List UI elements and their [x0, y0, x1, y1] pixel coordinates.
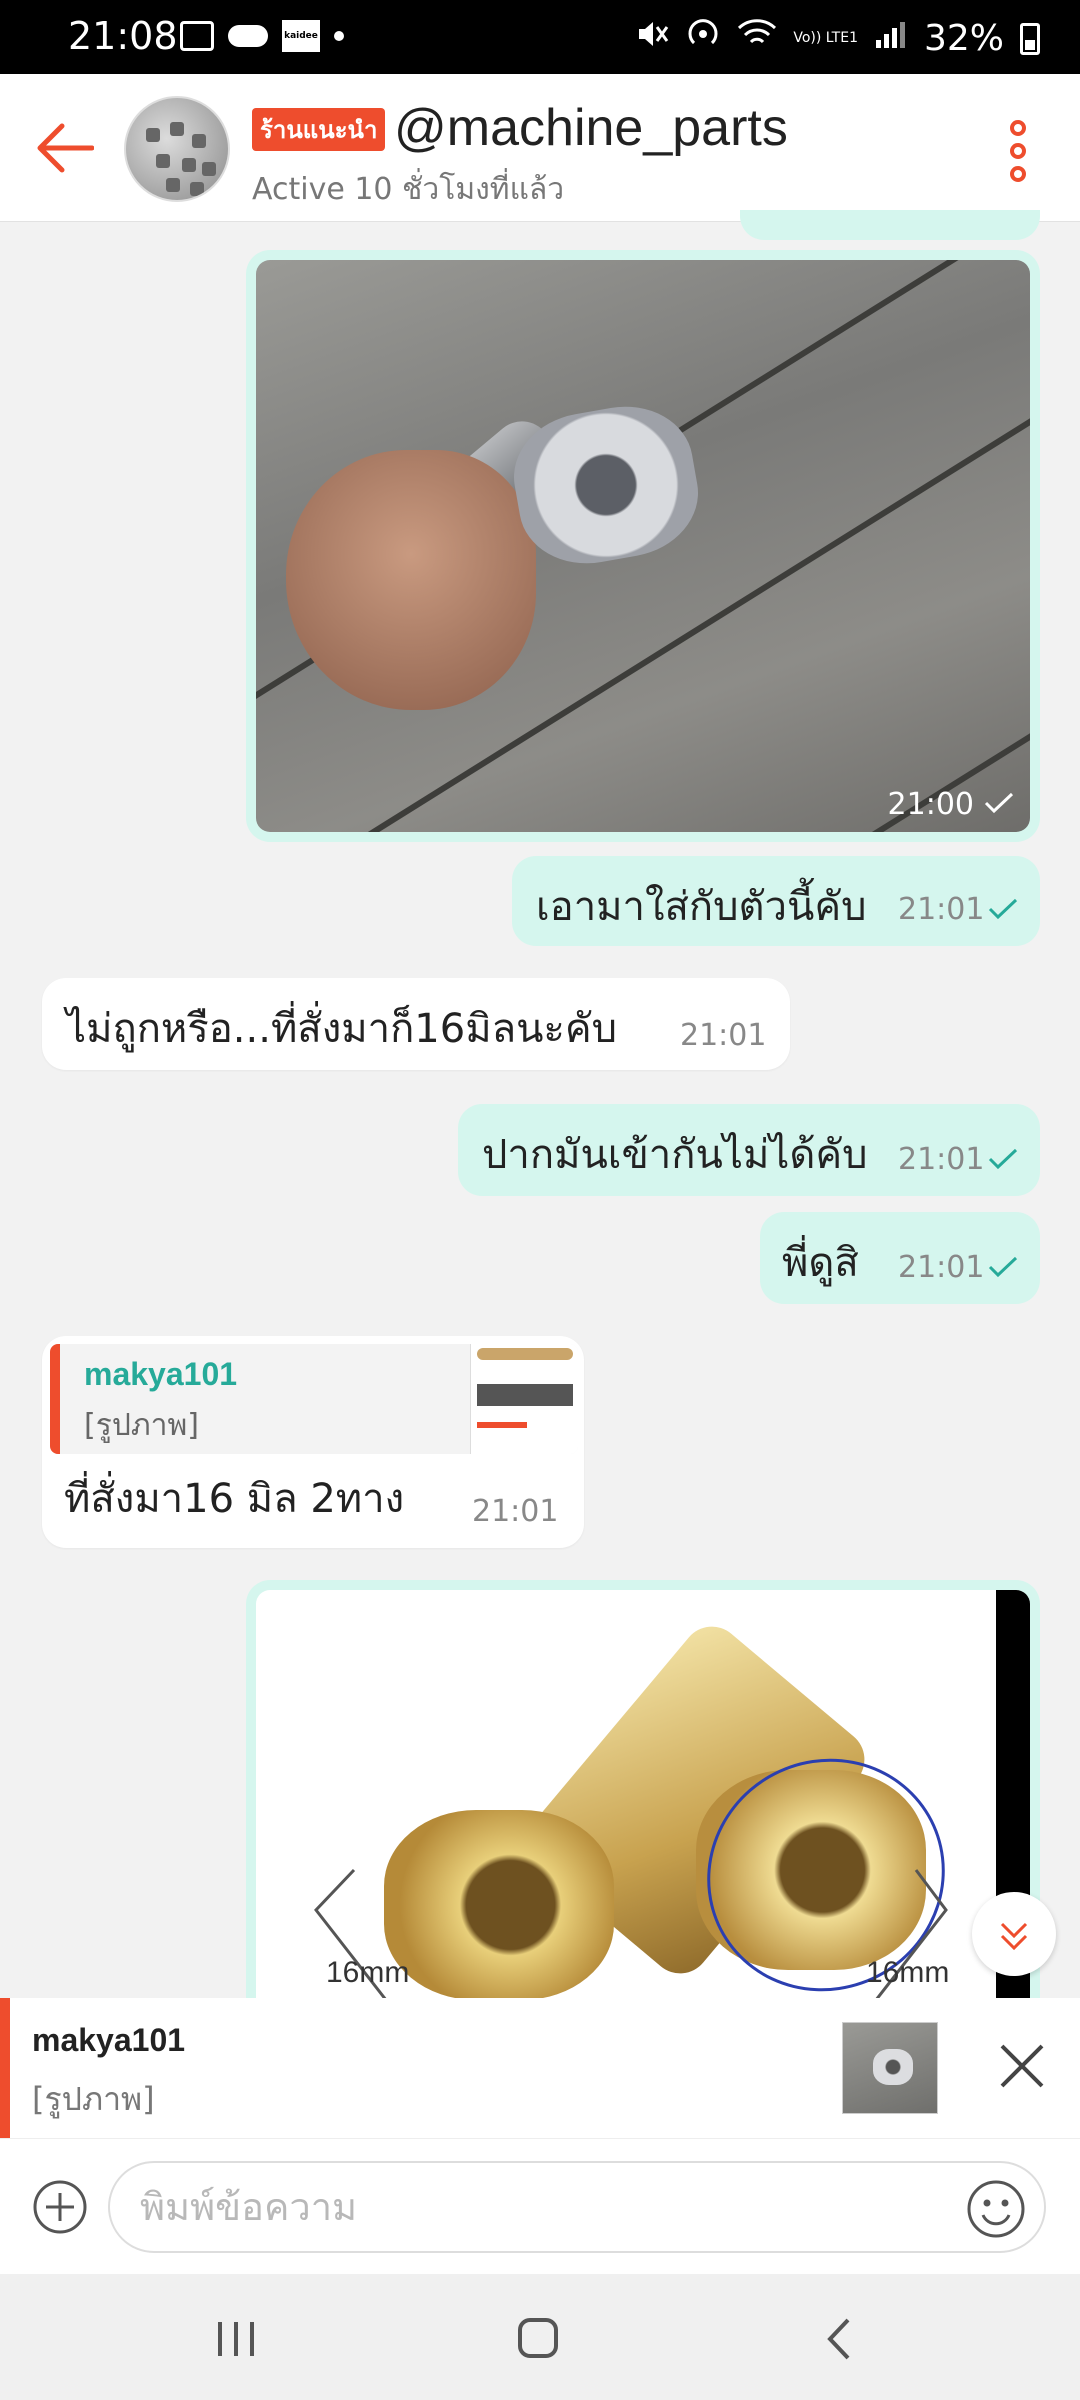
quoted-thumbnail — [470, 1344, 578, 1454]
quoted-message[interactable]: makya101 [รูปภาพ] — [50, 1344, 578, 1454]
message-time: 21:01 — [898, 892, 985, 927]
back-nav-icon[interactable] — [810, 2314, 870, 2364]
message-time: 21:01 — [680, 1018, 767, 1053]
sent-message-bubble[interactable]: ปากมันเข้ากันไม่ได้คับ 21:01 — [458, 1104, 1040, 1196]
message-text: ที่สั่งมา16 มิล 2ทาง — [64, 1476, 405, 1522]
chat-messages[interactable]: 21:00 เอามาใส่กับตัวนี้คับ 21:01 ไม่ถูกห… — [0, 0, 1080, 1998]
sent-check-icon — [988, 898, 1018, 920]
message-text: เอามาใส่กับตัวนี้คับ — [536, 884, 867, 930]
message-time: 21:00 — [887, 787, 974, 822]
message-text: ปากมันเข้ากันไม่ได้คับ — [482, 1132, 868, 1178]
system-nav-bar — [0, 2274, 1080, 2400]
composer-bar — [0, 2138, 1080, 2274]
reply-to-name: makya101 — [32, 2022, 186, 2058]
sent-check-icon — [988, 1256, 1018, 1278]
recent-apps-icon[interactable] — [206, 2314, 266, 2364]
emoji-icon[interactable] — [966, 2179, 1026, 2239]
dimension-label: 16mm — [326, 1956, 410, 1989]
sent-check-icon — [988, 1148, 1018, 1170]
message-text: พี่ดูสิ — [782, 1240, 859, 1286]
fitting-photo[interactable]: 21:00 — [256, 260, 1030, 832]
scroll-to-bottom-button[interactable] — [972, 1892, 1056, 1976]
dimension-label: 16mm — [866, 1956, 950, 1989]
quoted-sender: makya101 — [84, 1356, 238, 1392]
reply-preview-bar: makya101 [รูปภาพ] — [0, 1998, 1080, 2138]
previous-message-bubble — [740, 210, 1040, 240]
message-text: ไม่ถูกหรือ...ที่สั่งมาก็16มิลนะคับ — [66, 1006, 618, 1052]
message-time: 21:01 — [898, 1250, 985, 1285]
brass-elbow-photo[interactable]: 16mm 16mm — [256, 1590, 1030, 1998]
sent-message-bubble[interactable]: พี่ดูสิ 21:01 — [760, 1212, 1040, 1304]
received-message-bubble[interactable]: ไม่ถูกหรือ...ที่สั่งมาก็16มิลนะคับ 21:01 — [42, 978, 790, 1070]
sent-message-bubble[interactable]: เอามาใส่กับตัวนี้คับ 21:01 — [512, 856, 1040, 946]
message-input[interactable] — [108, 2161, 1046, 2253]
quoted-preview: [รูปภาพ] — [84, 1408, 199, 1443]
reply-thumbnail — [842, 2022, 938, 2114]
sent-check-icon — [984, 792, 1014, 814]
add-attachment-icon[interactable] — [32, 2179, 88, 2235]
message-time: 21:01 — [898, 1142, 985, 1177]
message-time: 21:01 — [472, 1494, 559, 1529]
reply-to-preview: [รูปภาพ] — [32, 2080, 155, 2118]
home-icon[interactable] — [508, 2314, 568, 2364]
double-chevron-down-icon — [1000, 1922, 1028, 1951]
close-icon[interactable] — [994, 2038, 1050, 2094]
